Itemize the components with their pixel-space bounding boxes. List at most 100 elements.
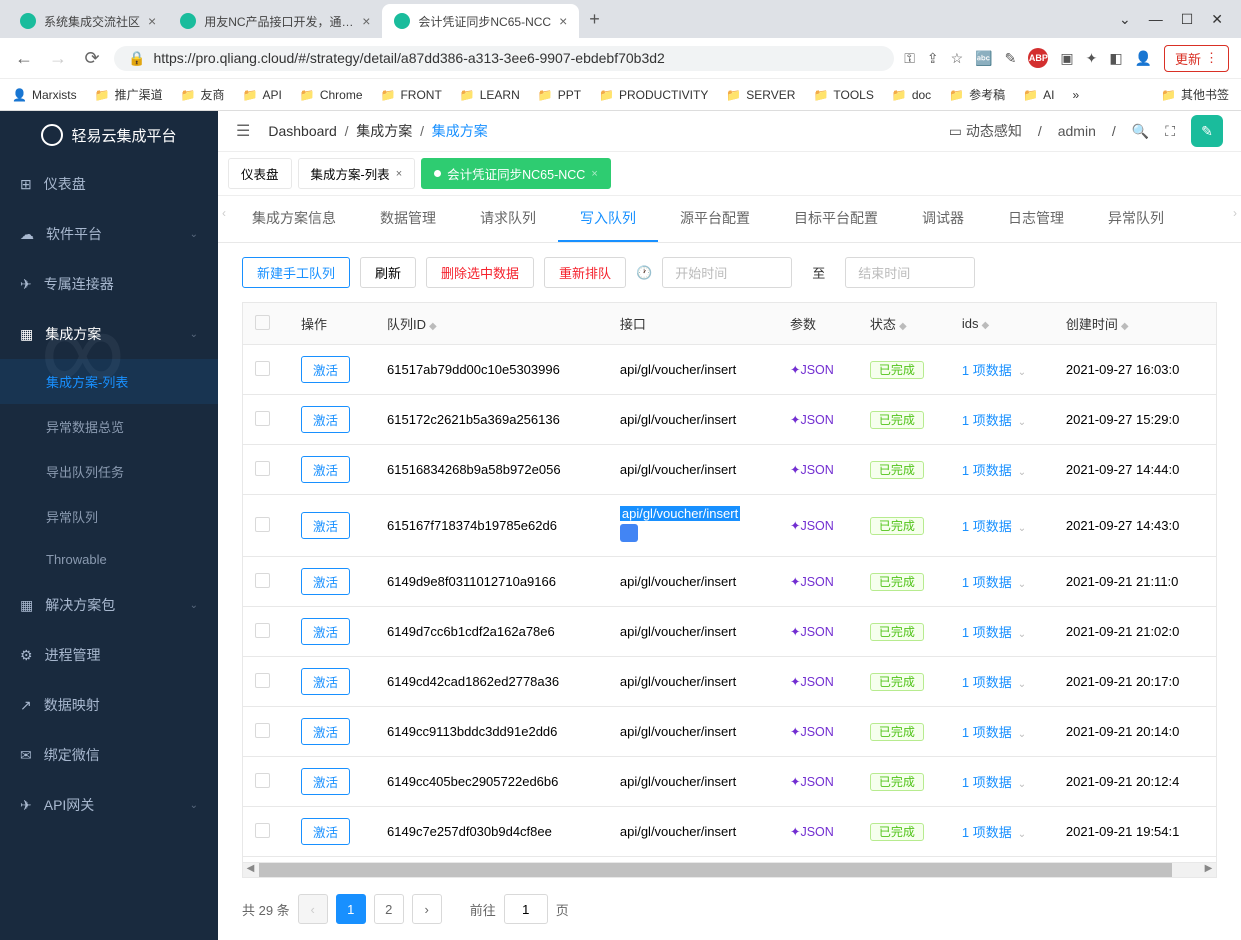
row-checkbox[interactable] xyxy=(255,623,270,638)
ids-link[interactable]: 1 项数据⌄ xyxy=(962,575,1026,590)
json-badge[interactable]: ✦JSON xyxy=(790,825,834,839)
search-icon[interactable]: 🔍 xyxy=(1132,123,1149,140)
bookmark-item[interactable]: 📁API xyxy=(243,88,282,102)
json-badge[interactable]: ✦JSON xyxy=(790,575,834,589)
sidebar-item[interactable]: ⊞仪表盘 xyxy=(0,159,218,209)
col-status[interactable]: 状态◆ xyxy=(858,303,950,345)
sidebar-item[interactable]: ☁软件平台⌄ xyxy=(0,209,218,259)
refresh-button[interactable]: 刷新 xyxy=(360,257,416,288)
col-ids[interactable]: ids◆ xyxy=(950,303,1054,345)
bookmark-item[interactable]: 📁PPT xyxy=(538,88,581,102)
json-badge[interactable]: ✦JSON xyxy=(790,463,834,477)
bookmark-item[interactable]: 📁PRODUCTIVITY xyxy=(599,88,708,102)
ids-link[interactable]: 1 项数据⌄ xyxy=(962,775,1026,790)
json-badge[interactable]: ✦JSON xyxy=(790,363,834,377)
close-window-button[interactable]: ✕ xyxy=(1211,11,1223,28)
page-tab[interactable]: 请求队列 xyxy=(458,196,558,242)
fullscreen-icon[interactable]: ⛶ xyxy=(1165,123,1175,140)
sidebar-item[interactable]: ✉绑定微信 xyxy=(0,730,218,780)
table-scrollbar[interactable]: ◀▶ xyxy=(242,863,1217,878)
translate-icon[interactable] xyxy=(620,524,638,542)
address-bar[interactable]: 🔒 https://pro.qliang.cloud/#/strategy/de… xyxy=(114,46,894,71)
resort-button[interactable]: 重新排队 xyxy=(544,257,626,288)
new-tab-button[interactable]: + xyxy=(579,9,610,30)
activate-button[interactable]: 激活 xyxy=(301,568,350,595)
scroll-left[interactable]: ‹ xyxy=(222,206,226,220)
page-tab[interactable]: 数据管理 xyxy=(358,196,458,242)
close-icon[interactable]: × xyxy=(148,13,156,29)
menu-toggle[interactable]: ☰ xyxy=(236,121,250,141)
activate-button[interactable]: 激活 xyxy=(301,818,350,845)
activate-button[interactable]: 激活 xyxy=(301,768,350,795)
bookmark-item[interactable]: 👤Marxists xyxy=(12,88,77,102)
json-badge[interactable]: ✦JSON xyxy=(790,675,834,689)
sidebar-item[interactable]: ⚙进程管理 xyxy=(0,630,218,680)
row-checkbox[interactable] xyxy=(255,723,270,738)
ids-link[interactable]: 1 项数据⌄ xyxy=(962,363,1026,378)
view-tab[interactable]: 会计凭证同步NC65-NCC× xyxy=(421,158,611,189)
page-tab[interactable]: 异常队列 xyxy=(1086,196,1186,242)
page-input[interactable] xyxy=(504,894,548,924)
update-button[interactable]: 更新 ⋮ xyxy=(1164,45,1229,72)
page-tab[interactable]: 调试器 xyxy=(900,196,986,242)
col-queue-id[interactable]: 队列ID◆ xyxy=(375,303,608,345)
sidebar-subitem[interactable]: 导出队列任务 xyxy=(0,449,218,494)
sidebar-item[interactable]: ✈专属连接器 xyxy=(0,259,218,309)
next-page-button[interactable]: › xyxy=(412,894,442,924)
ids-link[interactable]: 1 项数据⌄ xyxy=(962,625,1026,640)
row-checkbox[interactable] xyxy=(255,673,270,688)
col-created[interactable]: 创建时间◆ xyxy=(1054,303,1216,345)
abp-icon[interactable]: ABP xyxy=(1028,48,1048,68)
other-bookmarks[interactable]: 📁其他书签 xyxy=(1161,86,1229,103)
page-tab[interactable]: 日志管理 xyxy=(986,196,1086,242)
page-tab[interactable]: 源平台配置 xyxy=(658,196,772,242)
sidebar-subitem[interactable]: 异常数据总览 xyxy=(0,404,218,449)
end-date-input[interactable]: 结束时间 xyxy=(845,257,975,288)
browser-tab[interactable]: 用友NC产品接口开发，通过轻易× xyxy=(168,4,382,38)
page-tab[interactable]: 目标平台配置 xyxy=(772,196,900,242)
browser-tab[interactable]: 系统集成交流社区× xyxy=(8,4,168,38)
view-tab[interactable]: 仪表盘 xyxy=(228,158,292,189)
sidebar-item[interactable]: ▦集成方案⌄ xyxy=(0,309,218,359)
bookmark-overflow[interactable]: » xyxy=(1072,88,1079,102)
close-icon[interactable]: × xyxy=(559,13,567,29)
scroll-right[interactable]: › xyxy=(1233,206,1237,220)
activate-button[interactable]: 激活 xyxy=(301,618,350,645)
ids-link[interactable]: 1 项数据⌄ xyxy=(962,825,1026,840)
json-badge[interactable]: ✦JSON xyxy=(790,519,834,533)
page-1-button[interactable]: 1 xyxy=(336,894,366,924)
ids-link[interactable]: 1 项数据⌄ xyxy=(962,675,1026,690)
bookmark-item[interactable]: 📁FRONT xyxy=(381,88,442,102)
json-badge[interactable]: ✦JSON xyxy=(790,625,834,639)
page-tab[interactable]: 集成方案信息 xyxy=(230,196,358,242)
page-tab[interactable]: 写入队列 xyxy=(558,196,658,242)
perception-link[interactable]: ▭ 动态感知 xyxy=(949,121,1022,141)
activate-button[interactable]: 激活 xyxy=(301,406,350,433)
delete-selected-button[interactable]: 删除选中数据 xyxy=(426,257,534,288)
minimize-button[interactable]: — xyxy=(1149,11,1163,28)
row-checkbox[interactable] xyxy=(255,461,270,476)
ids-link[interactable]: 1 项数据⌄ xyxy=(962,519,1026,534)
activate-button[interactable]: 激活 xyxy=(301,718,350,745)
extensions-icon[interactable]: ✦ xyxy=(1086,50,1098,67)
bookmark-item[interactable]: 📁AI xyxy=(1023,88,1054,102)
key-icon[interactable]: ⚿ xyxy=(904,50,915,67)
activate-button[interactable]: 激活 xyxy=(301,668,350,695)
activate-button[interactable]: 激活 xyxy=(301,512,350,539)
select-all-checkbox[interactable] xyxy=(255,315,270,330)
close-icon[interactable]: × xyxy=(362,13,370,29)
bookmark-item[interactable]: 📁Chrome xyxy=(300,88,363,102)
browser-tab[interactable]: 会计凭证同步NC65-NCC× xyxy=(382,4,579,38)
ids-link[interactable]: 1 项数据⌄ xyxy=(962,413,1026,428)
ext-icon[interactable]: ▣ xyxy=(1060,50,1073,67)
sidebar-subitem[interactable]: 集成方案-列表 xyxy=(0,359,218,404)
row-checkbox[interactable] xyxy=(255,517,270,532)
sidebar-subitem[interactable]: 异常队列 xyxy=(0,494,218,539)
bookmark-item[interactable]: 📁TOOLS xyxy=(813,88,873,102)
sidebar-item[interactable]: ↗数据映射 xyxy=(0,680,218,730)
bookmark-item[interactable]: 📁LEARN xyxy=(460,88,520,102)
translate-icon[interactable]: 🔤 xyxy=(975,50,992,67)
ids-link[interactable]: 1 项数据⌄ xyxy=(962,463,1026,478)
back-button[interactable]: ← xyxy=(12,48,36,69)
profile-icon[interactable]: 👤 xyxy=(1135,50,1152,67)
